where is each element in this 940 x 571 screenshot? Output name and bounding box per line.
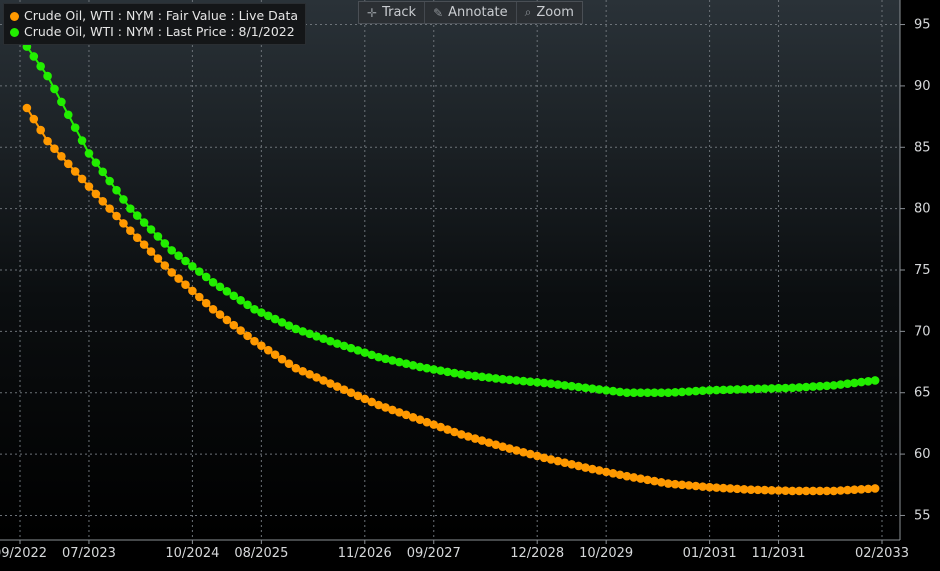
data-point: [160, 239, 170, 248]
data-point: [91, 189, 101, 199]
data-point: [50, 144, 59, 154]
data-point: [63, 159, 73, 169]
data-point: [870, 376, 880, 385]
x-tick-label: 09/2027: [407, 546, 461, 561]
data-point: [153, 254, 163, 263]
data-point: [91, 158, 101, 167]
y-tick-label: 85: [914, 140, 931, 155]
data-point: [160, 261, 170, 270]
data-point: [105, 176, 114, 186]
x-tick-label: 11/2026: [338, 546, 392, 561]
data-point: [57, 151, 66, 161]
track-button[interactable]: ✛ Track: [359, 2, 426, 23]
data-point: [174, 251, 183, 260]
x-tick-label: 11/2031: [752, 546, 806, 561]
data-point: [222, 315, 232, 325]
data-point: [112, 211, 121, 221]
x-tick-label: 02/2033: [855, 546, 909, 561]
data-point: [215, 310, 225, 319]
y-tick-label: 60: [914, 447, 931, 462]
magnifier-icon: ⌕: [524, 5, 532, 19]
y-tick-label: 70: [914, 324, 931, 339]
zoom-button[interactable]: ⌕ Zoom: [517, 2, 582, 23]
data-point: [29, 114, 39, 124]
data-point: [167, 268, 177, 277]
legend-swatch-green: [10, 27, 19, 37]
data-point: [146, 247, 156, 256]
data-point: [870, 484, 880, 493]
x-tick-label: 09/2022: [0, 546, 47, 561]
track-label: Track: [382, 5, 417, 20]
data-point: [29, 52, 39, 61]
data-point: [201, 298, 211, 308]
y-tick-label: 95: [914, 18, 931, 33]
data-point: [132, 233, 142, 242]
y-tick-label: 80: [914, 202, 931, 217]
data-point: [146, 225, 156, 234]
data-point: [63, 110, 73, 120]
data-point: [112, 185, 121, 195]
data-point: [208, 304, 218, 314]
x-tick-label: 07/2023: [62, 546, 116, 561]
legend-item-last-price[interactable]: Crude Oil, WTI : NYM : Last Price : 8/1/…: [10, 24, 298, 40]
data-point: [77, 174, 87, 184]
chart: 55 60 65 70 75 80 85 90 95 09/2022 07/2023 10/2024…: [0, 0, 940, 571]
data-point: [119, 219, 128, 228]
data-point: [57, 97, 66, 107]
data-point: [84, 149, 94, 158]
data-point: [181, 280, 190, 290]
data-point: [36, 125, 45, 135]
data-point: [105, 204, 114, 213]
data-point: [181, 256, 190, 266]
pencil-icon: ✎: [433, 5, 444, 20]
legend-item-fair-value[interactable]: Crude Oil, WTI : NYM : Fair Value : Live…: [10, 8, 298, 24]
x-tick-label: 01/2031: [683, 546, 737, 561]
data-point: [36, 61, 45, 71]
data-point: [188, 286, 197, 296]
legend-label: Crude Oil, WTI : NYM : Last Price : 8/1/…: [24, 24, 295, 39]
data-point: [153, 232, 163, 241]
y-tick-label: 90: [914, 79, 931, 94]
data-point: [50, 84, 59, 94]
zoom-label: Zoom: [536, 5, 574, 20]
data-point: [126, 204, 135, 213]
data-point: [70, 123, 80, 132]
data-point: [77, 136, 87, 145]
data-point: [43, 71, 52, 81]
data-point: [229, 320, 239, 330]
legend-label: Crude Oil, WTI : NYM : Fair Value : Live…: [24, 8, 299, 23]
x-tick-label: 10/2029: [579, 546, 633, 561]
data-point: [201, 272, 211, 282]
data-point: [236, 326, 245, 335]
data-point: [132, 211, 142, 220]
x-tick-label: 12/2028: [510, 546, 564, 561]
data-point: [43, 136, 52, 146]
annotate-label: Annotate: [448, 5, 508, 20]
data-point: [194, 292, 204, 302]
chart-legend: Crude Oil, WTI : NYM : Fair Value : Live…: [3, 3, 307, 45]
data-point: [174, 274, 183, 283]
data-point: [139, 240, 149, 249]
data-point: [139, 218, 149, 227]
data-point: [98, 196, 108, 206]
data-point: [126, 226, 135, 236]
data-point: [188, 262, 197, 271]
data-point: [22, 103, 32, 113]
y-tick-label: 75: [914, 263, 931, 278]
x-tick-label: 10/2024: [165, 546, 219, 561]
legend-swatch-orange: [10, 11, 19, 21]
crosshair-icon: ✛: [367, 5, 378, 20]
chart-toolbar: ✛ Track ✎ Annotate ⌕ Zoom: [358, 1, 583, 24]
data-point: [84, 182, 94, 191]
x-tick-label: 08/2025: [234, 546, 288, 561]
data-point: [98, 167, 108, 177]
data-point: [119, 195, 128, 204]
data-point: [70, 167, 80, 176]
data-point: [243, 331, 252, 341]
data-point: [194, 267, 204, 276]
y-tick-label: 55: [914, 508, 931, 523]
data-point: [167, 246, 177, 255]
y-tick-label: 65: [914, 386, 931, 401]
annotate-button[interactable]: ✎ Annotate: [425, 2, 517, 23]
